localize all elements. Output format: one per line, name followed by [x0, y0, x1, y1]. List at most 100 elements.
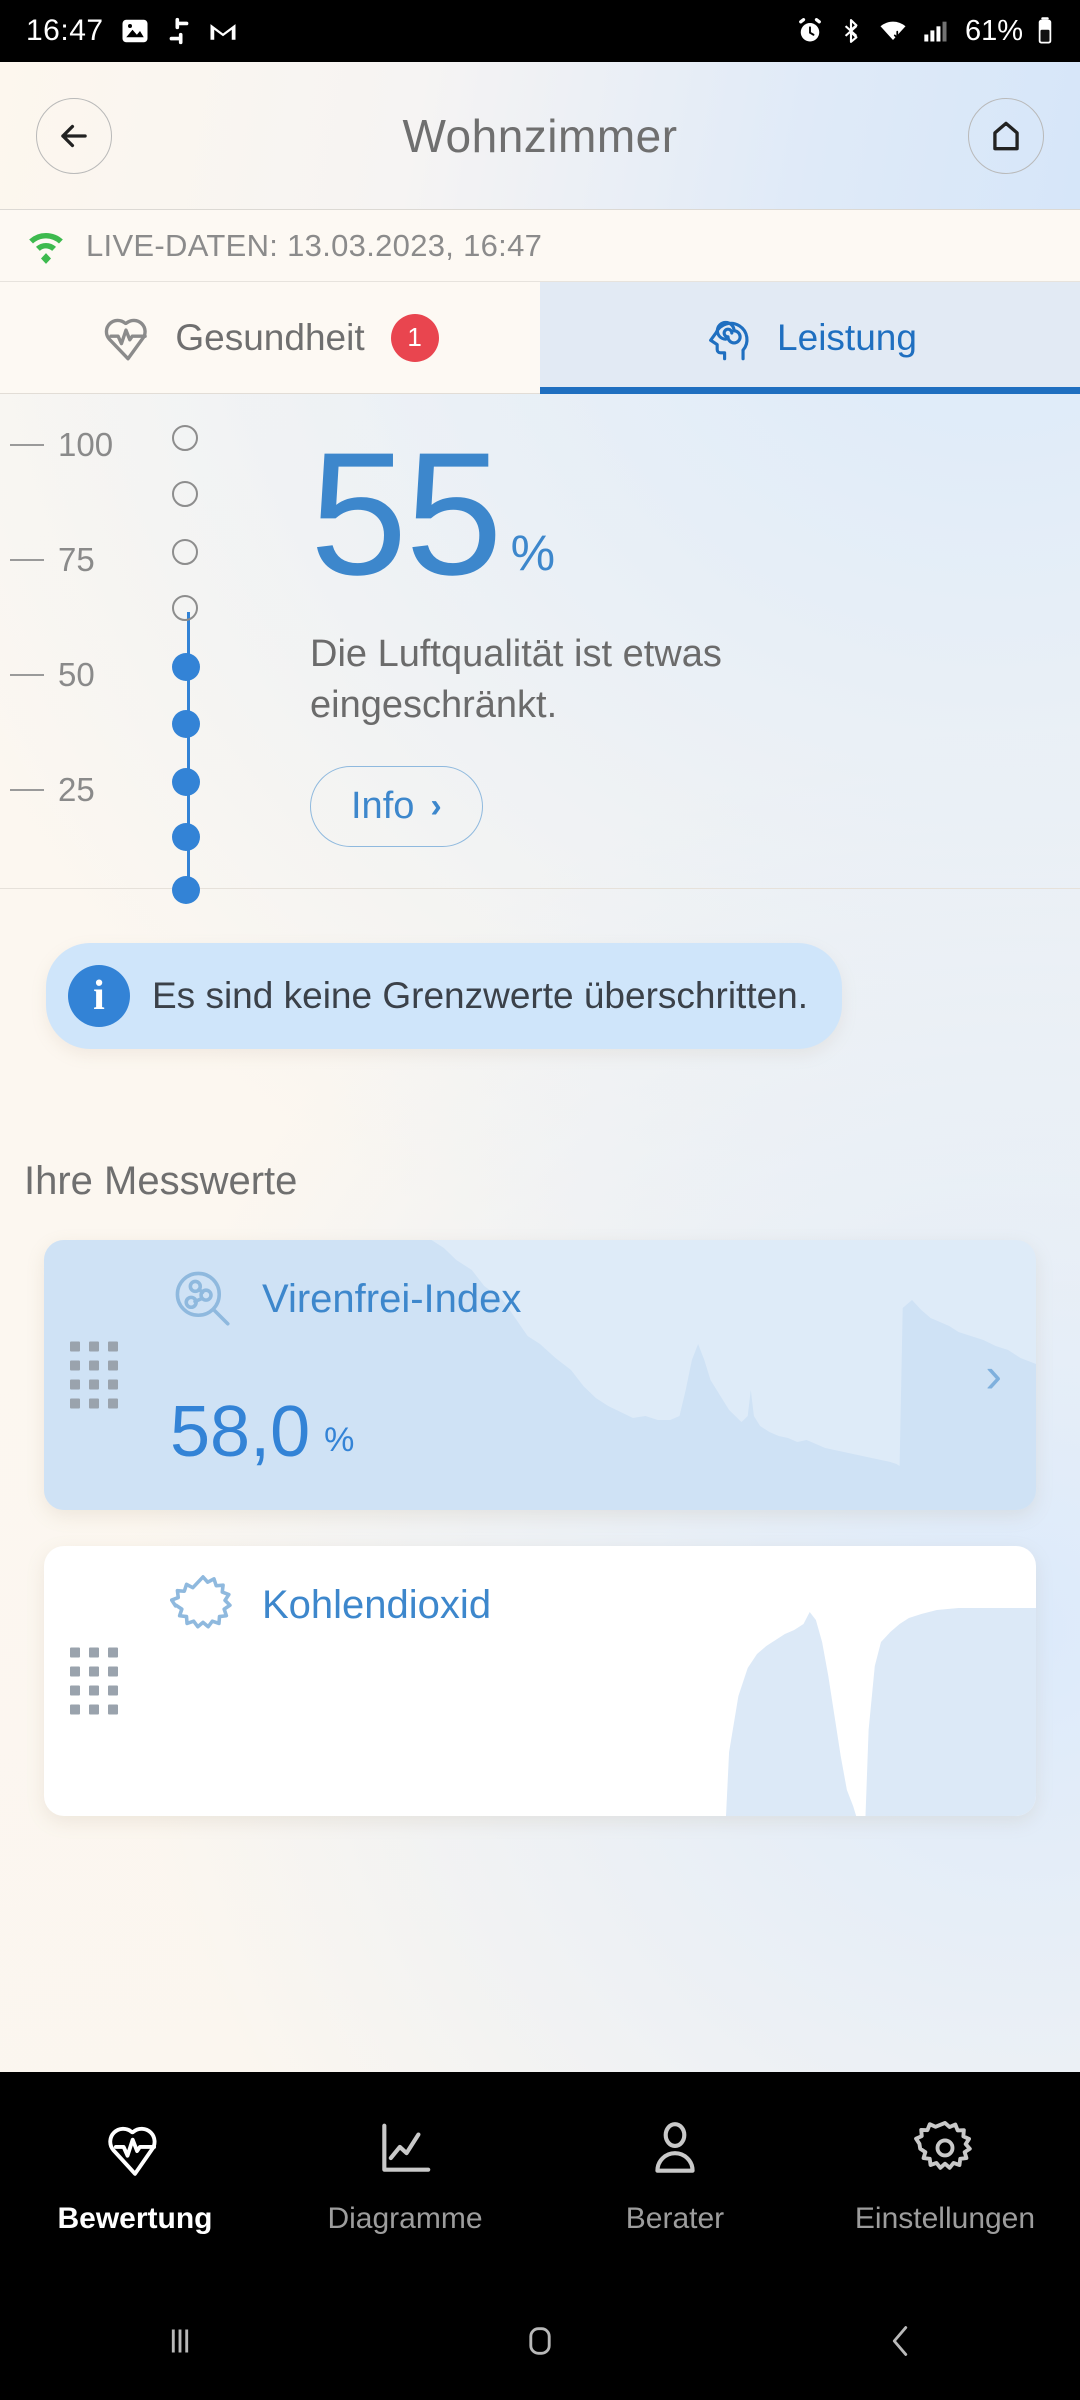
- tab-leistung-label: Leistung: [777, 317, 917, 358]
- arrow-left-icon: [61, 124, 87, 147]
- back-button-system[interactable]: [720, 2318, 1080, 2364]
- card-value-row: 58,0 %: [170, 1396, 354, 1468]
- slack-icon: [169, 17, 188, 45]
- gauge-value-row: 55 %: [310, 417, 1080, 612]
- tab-leistung[interactable]: Leistung: [540, 282, 1080, 394]
- scale-label-100: 100: [58, 426, 114, 463]
- battery-icon: [1038, 17, 1052, 44]
- battery-percent-label: 61%: [964, 14, 1023, 47]
- home-button[interactable]: [968, 97, 1044, 174]
- gauge-scale: 100 75 50 25: [0, 394, 300, 904]
- live-data-bar: LIVE-DATEN: 13.03.2023, 16:47: [0, 210, 1080, 282]
- gauge-dot-1: [172, 876, 200, 904]
- wifi-icon: [880, 21, 906, 40]
- gauge-dot-8: [172, 481, 198, 507]
- scale-tick-25: 25: [10, 771, 95, 809]
- app-header: Wohnzimmer: [0, 62, 1080, 210]
- tab-gesundheit-label: Gesundheit: [175, 316, 365, 358]
- nav-label-einstellungen: Einstellungen: [854, 2202, 1036, 2235]
- back-chevron-icon: [892, 2326, 908, 2356]
- threshold-banner-wrap: i Es sind keine Grenzwerte überschritten…: [0, 889, 1080, 1049]
- tick-dash: [10, 559, 44, 561]
- chevron-right-icon: ›: [430, 786, 442, 825]
- info-button-label: Info: [351, 784, 415, 827]
- home-button-system[interactable]: [360, 2318, 720, 2364]
- head-spiral-icon: [709, 320, 749, 361]
- home-icon: [993, 121, 1019, 150]
- molecule-search-icon: [175, 1271, 230, 1326]
- heart-pulse-icon: [105, 318, 148, 360]
- gauge-dot-4: [172, 710, 200, 738]
- heart-pulse-icon: [108, 2126, 157, 2176]
- nav-label-berater: Berater: [625, 2202, 725, 2235]
- card-title: Virenfrei-Index: [262, 1276, 522, 1321]
- nav-label-bewertung: Bewertung: [57, 2202, 213, 2235]
- photo-icon: [122, 19, 148, 43]
- measurement-card-kohlendioxid[interactable]: Kohlendioxid: [44, 1546, 1036, 1816]
- tick-dash: [10, 674, 44, 676]
- measurements-section-title: Ihre Messwerte: [24, 1159, 298, 1203]
- recents-icon: [171, 2329, 189, 2353]
- wifi-live-icon: [29, 232, 63, 264]
- bluetooth-icon: [844, 19, 858, 43]
- gauge-dot-6: [172, 595, 198, 621]
- page-title: Wohnzimmer: [402, 109, 678, 162]
- threshold-banner-text: Es sind keine Grenzwerte überschritten.: [152, 975, 809, 1016]
- card-value: 58,0: [170, 1392, 311, 1472]
- tab-gesundheit[interactable]: Gesundheit 1: [0, 282, 540, 394]
- gauge-dot-7: [172, 539, 198, 565]
- status-badge: 1: [390, 313, 439, 362]
- status-bar-clock: 16:47: [26, 14, 104, 47]
- drag-handle-icon[interactable]: [70, 1341, 118, 1409]
- gauge-dot-column: [172, 394, 204, 904]
- scale-tick-50: 50: [10, 656, 95, 694]
- card-header: Virenfrei-Index: [74, 1266, 1006, 1332]
- phone-screen: 16:47 61% Wohnzimmer LIVE-DATEN: 13.03.2…: [0, 0, 1080, 2400]
- recents-button[interactable]: [0, 2318, 360, 2364]
- tab-bar: Gesundheit 1 Leistung: [0, 282, 1080, 394]
- back-button[interactable]: [36, 97, 112, 174]
- air-quality-gauge-panel: 100 75 50 25 55 % Die Luftqualität ist e…: [0, 394, 1080, 904]
- live-data-label: LIVE-DATEN: 13.03.2023, 16:47: [86, 227, 543, 263]
- app-content: Wohnzimmer LIVE-DATEN: 13.03.2023, 16:47: [0, 62, 1080, 2072]
- scale-tick-75: 75: [10, 541, 95, 579]
- info-icon: i: [68, 965, 130, 1027]
- gauge-readout: 55 % Die Luftqualität ist etwas eingesch…: [300, 394, 1080, 888]
- status-bar-notification-icons: [120, 16, 238, 46]
- nav-label-diagramme: Diagramme: [327, 2202, 483, 2235]
- gauge-dot-9: [172, 425, 198, 451]
- gauge-dot-3: [172, 768, 200, 796]
- burst-icon: [170, 1575, 232, 1629]
- line-chart-icon: [382, 2123, 431, 2172]
- scale-label-25: 25: [58, 771, 95, 808]
- gear-icon: [914, 2120, 972, 2170]
- bottom-navigation: Bewertung Diagramme Berater Einstellunge…: [0, 2072, 1080, 2282]
- gmail-icon: [210, 24, 236, 40]
- nav-item-diagramme[interactable]: Diagramme: [270, 2118, 540, 2236]
- scale-label-50: 50: [58, 656, 95, 693]
- gauge-dot-5: [172, 653, 200, 681]
- signal-icon: [924, 21, 947, 42]
- nav-item-berater[interactable]: Berater: [540, 2118, 810, 2236]
- card-unit: %: [324, 1421, 355, 1459]
- card-content: Kohlendioxid: [44, 1546, 1036, 1816]
- measurement-card-virenfrei-index[interactable]: Virenfrei-Index 58,0 % ›: [44, 1240, 1036, 1510]
- status-bar: 16:47 61%: [0, 0, 1080, 62]
- gauge-unit: %: [510, 525, 556, 581]
- status-bar-system-icons: 61%: [795, 15, 1054, 48]
- alarm-icon: [799, 18, 821, 42]
- scale-tick-100: 100: [10, 426, 113, 464]
- card-title: Kohlendioxid: [262, 1582, 492, 1627]
- info-button[interactable]: Info ›: [310, 765, 483, 847]
- system-navigation-bar: [0, 2282, 1080, 2400]
- card-header: Kohlendioxid: [74, 1572, 1006, 1638]
- nav-item-einstellungen[interactable]: Einstellungen: [810, 2118, 1080, 2236]
- scale-label-75: 75: [58, 541, 95, 578]
- card-content: Virenfrei-Index 58,0 % ›: [44, 1240, 1036, 1510]
- nav-item-bewertung[interactable]: Bewertung: [0, 2118, 270, 2236]
- chevron-right-icon[interactable]: ›: [985, 1346, 1002, 1404]
- gauge-value: 55: [310, 417, 503, 612]
- threshold-banner: i Es sind keine Grenzwerte überschritten…: [46, 943, 843, 1049]
- tick-dash: [10, 444, 44, 446]
- drag-handle-icon[interactable]: [70, 1647, 118, 1715]
